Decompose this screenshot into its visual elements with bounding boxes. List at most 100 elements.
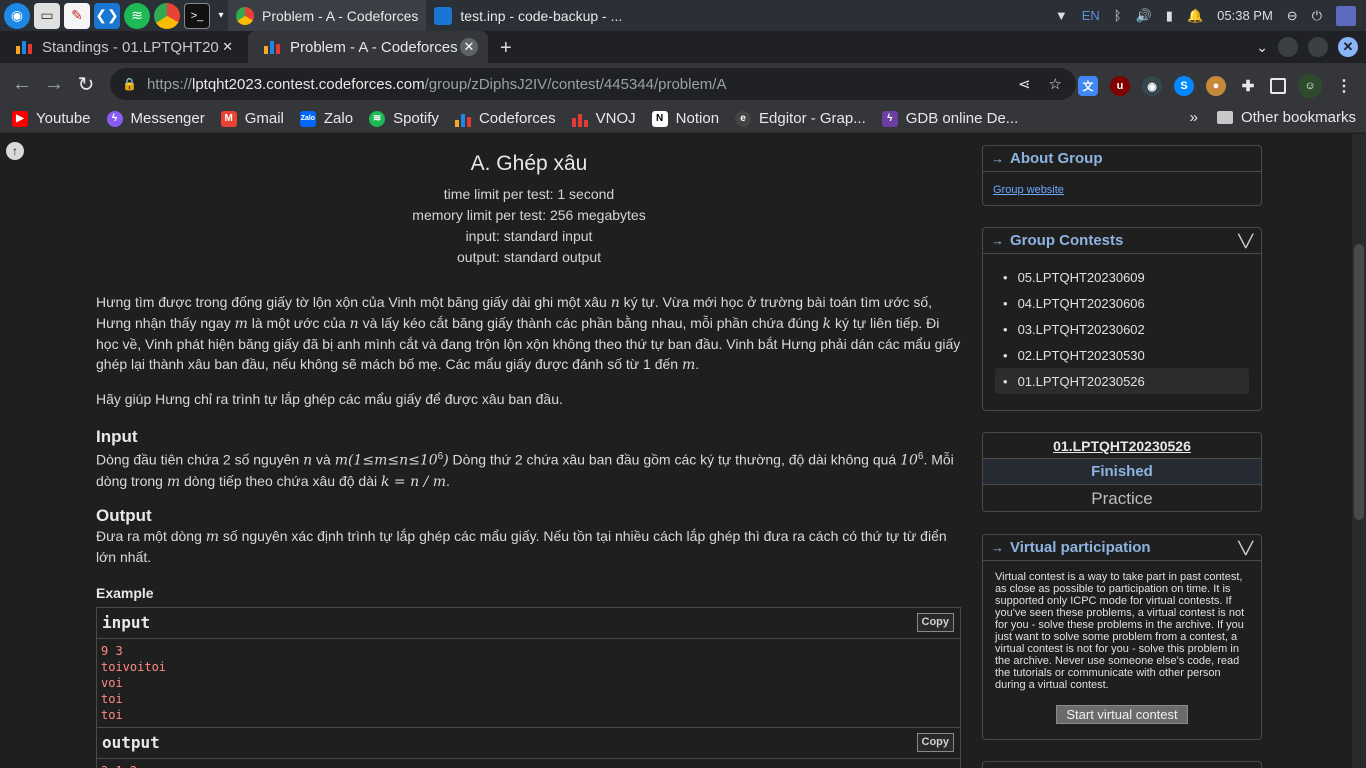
translate-extension-icon[interactable]: 文 (1078, 76, 1098, 96)
bookmark-youtube[interactable]: ▶ Youtube (12, 110, 91, 127)
url-scheme: https:// (146, 75, 192, 93)
wifi-icon[interactable]: ▼ (1055, 8, 1068, 23)
contest-item[interactable]: 03.LPTQHT20230602 (995, 316, 1249, 342)
contest-item[interactable]: 05.LPTQHT20230609 (995, 264, 1249, 290)
spy-extension-icon[interactable]: ◉ (1142, 76, 1162, 96)
address-bar[interactable]: 🔒 https://lptqht2023.contest.codeforces.… (110, 68, 1076, 100)
user-icon[interactable] (1336, 5, 1356, 26)
ublock-extension-icon[interactable]: u (1110, 76, 1130, 96)
codeforces-icon (454, 111, 471, 127)
contest-list: 05.LPTQHT20230609 04.LPTQHT20230606 03.L… (983, 254, 1261, 404)
system-tray: ▼ EN ᛒ 🔊 ▮ 🔔 05:38 PM ⊖ ⏻ (1055, 0, 1366, 31)
clock[interactable]: 05:38 PM (1217, 8, 1273, 23)
bookmark-vnoj[interactable]: VNOJ (571, 110, 636, 127)
sample-test: input Copy 9 3 toivoitoi voi toi toi out… (96, 606, 961, 768)
extensions-row: 文 u ◉ S ● ✚ ☺ ⋮ (1078, 74, 1354, 98)
sample-input-text[interactable]: 9 3 toivoitoi voi toi toi (97, 639, 960, 728)
vscode-icon (434, 6, 453, 25)
other-bookmarks[interactable]: Other bookmarks (1216, 109, 1356, 126)
bookmark-codeforces[interactable]: Codeforces (454, 110, 556, 127)
chevron-down-icon[interactable]: ╲╱ (1239, 541, 1253, 555)
page-viewport: ↑ A. Ghép xâu time limit per test: 1 sec… (0, 134, 1366, 768)
bookmark-zalo[interactable]: Zalo Zalo (299, 110, 354, 127)
chrome-icon (236, 6, 254, 25)
minimize-button[interactable] (1278, 37, 1298, 57)
codeforces-icon (16, 40, 32, 54)
more-bookmarks-chevron-icon[interactable]: » (1190, 109, 1198, 126)
bookmark-notion[interactable]: N Notion (651, 110, 719, 127)
contest-name-link[interactable]: 01.LPTQHT20230526 (1053, 438, 1191, 454)
taskbar-window-chrome[interactable]: Problem - A - Codeforces (228, 0, 427, 31)
virtual-participation-heading[interactable]: → Virtual participation ╲╱ (983, 535, 1261, 561)
new-tab-button[interactable]: + (500, 37, 512, 60)
cookie-extension-icon[interactable]: ● (1206, 76, 1226, 96)
taskbar-window-title: Problem - A - Codeforces (262, 7, 419, 24)
forward-arrow-icon[interactable]: → (38, 68, 70, 100)
shazam-extension-icon[interactable]: S (1174, 76, 1194, 96)
battery-icon[interactable]: ▮ (1166, 8, 1173, 24)
bookmark-gdb[interactable]: ϟ GDB online De... (881, 110, 1019, 127)
bookmark-messenger[interactable]: ϟ Messenger (106, 110, 205, 127)
menu-kebab-icon[interactable]: ⋮ (1334, 76, 1354, 96)
profile-avatar[interactable]: ☺ (1298, 74, 1322, 98)
current-contest-box: 01.LPTQHT20230526 Finished Practice (982, 432, 1262, 512)
side-panel-icon[interactable] (1270, 78, 1286, 94)
file-manager-icon[interactable]: ▭ (34, 2, 60, 29)
close-window-button[interactable]: ✕ (1338, 37, 1358, 57)
terminal-icon[interactable]: >_ (184, 2, 210, 29)
vscode-icon[interactable]: ❮❯ (94, 2, 120, 29)
vnoj-icon (571, 111, 588, 127)
page-scrollbar[interactable] (1352, 134, 1366, 768)
volume-icon[interactable]: 🔊 (1136, 8, 1152, 24)
taskbar-window-vscode[interactable]: test.inp - code-backup - ... (426, 0, 630, 31)
next-sidebar-box (982, 761, 1262, 768)
close-tab-icon[interactable]: ✕ (460, 38, 478, 56)
omnibox-actions: ⋖ ☆ (1018, 75, 1062, 93)
notification-icon[interactable]: 🔔 (1187, 8, 1203, 24)
bookmark-label: Zalo (323, 110, 354, 127)
bookmark-spotify[interactable]: ≋ Spotify (369, 110, 439, 127)
bluetooth-icon[interactable]: ᛒ (1114, 8, 1122, 23)
tab-standings[interactable]: Standings - 01.LPTQHT20... ✕ (0, 31, 246, 63)
sample-output-text[interactable]: 3 1 2 (97, 759, 960, 768)
tab-problem[interactable]: Problem - A - Codeforces ✕ (248, 31, 488, 63)
youtube-icon: ▶ (12, 110, 28, 127)
contest-item[interactable]: 04.LPTQHT20230606 (995, 290, 1249, 316)
minimize-all-icon[interactable]: ⊖ (1287, 8, 1298, 24)
extensions-puzzle-icon[interactable]: ✚ (1238, 76, 1258, 96)
contest-mode-row: Practice (983, 485, 1261, 512)
reload-icon[interactable]: ↻ (70, 68, 102, 100)
back-arrow-icon[interactable]: ← (6, 68, 38, 100)
spotify-app-icon[interactable]: ≋ (124, 2, 150, 29)
group-website-link[interactable]: Group website (993, 184, 1064, 196)
chrome-icon[interactable] (154, 2, 180, 29)
contest-item[interactable]: 02.LPTQHT20230530 (995, 342, 1249, 368)
keyboard-layout[interactable]: EN (1082, 8, 1100, 23)
text-editor-icon[interactable]: ✎ (64, 2, 90, 29)
codeforces-icon (264, 40, 280, 54)
system-menu-icon[interactable]: ◉ (4, 2, 30, 29)
copy-output-button[interactable]: Copy (916, 732, 954, 752)
share-icon[interactable]: ⋖ (1018, 75, 1031, 93)
copy-input-button[interactable]: Copy (916, 612, 954, 632)
group-contests-heading[interactable]: → Group Contests ╲╱ (983, 228, 1261, 254)
chevron-down-icon[interactable]: ▾ (214, 3, 228, 29)
bookmark-star-icon[interactable]: ☆ (1049, 75, 1062, 93)
other-bookmarks-label: Other bookmarks (1240, 109, 1356, 126)
tab-search-icon[interactable]: ⌄ (1256, 39, 1268, 56)
close-tab-icon[interactable]: ✕ (219, 38, 236, 56)
scroll-to-top-icon[interactable]: ↑ (6, 142, 24, 160)
start-virtual-contest-button[interactable]: Start virtual contest (1056, 705, 1188, 724)
bookmark-label: Gmail (244, 110, 284, 127)
bookmark-label: GDB online De... (905, 110, 1019, 127)
maximize-button[interactable] (1308, 37, 1328, 57)
sample-output-label: output (102, 732, 160, 752)
scrollbar-thumb[interactable] (1354, 244, 1364, 520)
group-contests-box: →Group Contests╲╱ 05.LPTQHT20230609 04.L… (982, 227, 1262, 411)
lock-icon[interactable]: 🔒 (122, 77, 137, 91)
bookmark-gmail[interactable]: M Gmail (220, 110, 284, 127)
contest-item-current[interactable]: 01.LPTQHT20230526 (995, 368, 1249, 394)
bookmark-edgitor[interactable]: e Edgitor - Grap... (735, 110, 866, 127)
power-icon[interactable]: ⏻ (1312, 8, 1322, 24)
chevron-down-icon[interactable]: ╲╱ (1239, 234, 1253, 248)
